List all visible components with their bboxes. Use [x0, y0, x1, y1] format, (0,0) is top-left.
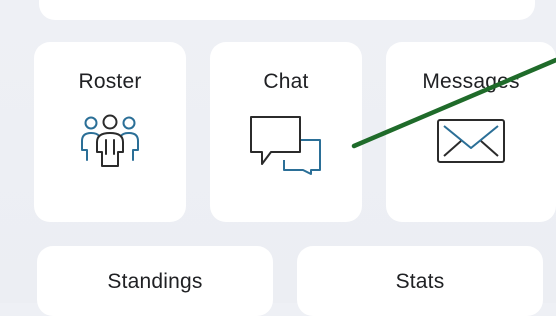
- envelope-icon: [435, 114, 507, 173]
- chat-bubbles-icon: [248, 114, 324, 181]
- messages-tile[interactable]: Messages: [386, 42, 556, 222]
- stats-tile[interactable]: Stats: [297, 246, 543, 316]
- roster-tile[interactable]: Roster: [34, 42, 186, 222]
- chat-label: Chat: [263, 70, 309, 93]
- standings-tile[interactable]: Standings: [37, 246, 273, 316]
- standings-label: Standings: [107, 270, 203, 293]
- stats-label: Stats: [395, 270, 445, 293]
- roster-label: Roster: [78, 70, 142, 93]
- messages-label: Messages: [422, 70, 520, 93]
- chat-tile[interactable]: Chat: [210, 42, 362, 222]
- previous-tile-card[interactable]: [39, 0, 535, 20]
- team-icon: [79, 114, 141, 173]
